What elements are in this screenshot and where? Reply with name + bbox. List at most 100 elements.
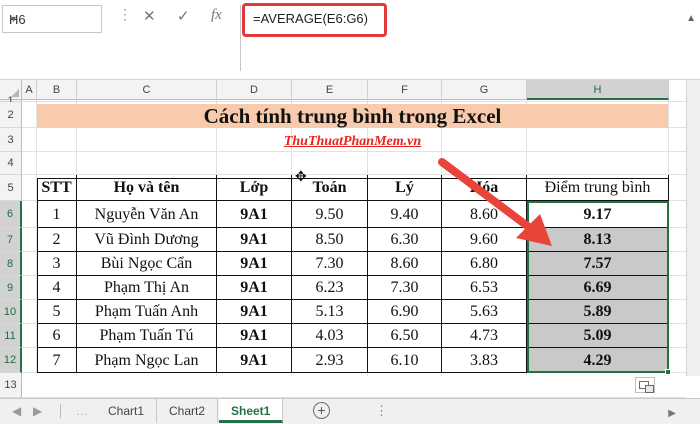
cell-average[interactable]: 8.13 xyxy=(527,228,669,252)
tab-options-icon[interactable]: ⋮ xyxy=(375,403,389,419)
cell-chemistry[interactable]: 5.63 xyxy=(442,300,527,324)
tab-scroll-right-icon[interactable]: ▶ xyxy=(33,404,42,418)
cell-physics[interactable]: 7.30 xyxy=(368,276,442,300)
cell-average[interactable]: 5.09 xyxy=(527,324,669,348)
cell-chemistry[interactable]: 6.80 xyxy=(442,252,527,276)
cell-math[interactable]: 6.23 xyxy=(292,276,368,300)
cell-chemistry[interactable]: 6.53 xyxy=(442,276,527,300)
cell-average[interactable]: 7.57 xyxy=(527,252,669,276)
cell-physics[interactable]: 9.40 xyxy=(368,201,442,228)
cell-chemistry[interactable]: 4.73 xyxy=(442,324,527,348)
cell-name[interactable]: Vũ Đình Dương xyxy=(77,228,217,252)
cell-class[interactable]: 9A1 xyxy=(217,228,292,252)
row-header-7[interactable]: 7 xyxy=(0,228,22,252)
formula-bar-grip-icon: ⋮ xyxy=(118,6,132,22)
cell-stt[interactable]: 6 xyxy=(37,324,77,348)
row-header-10[interactable]: 10 xyxy=(0,300,22,324)
cell-average[interactable]: 4.29 xyxy=(527,348,669,373)
cell-math[interactable]: 2.93 xyxy=(292,348,368,373)
row-header-12[interactable]: 12 xyxy=(0,348,22,373)
cell-class[interactable]: 9A1 xyxy=(217,252,292,276)
row-header-3[interactable]: 3 xyxy=(0,128,22,152)
column-header-h[interactable]: H xyxy=(527,80,669,100)
cell-name[interactable]: Nguyễn Văn An xyxy=(77,201,217,228)
header-cell-chemistry[interactable]: Hóa xyxy=(442,175,527,201)
cell-math[interactable]: 8.50 xyxy=(292,228,368,252)
row-header-8[interactable]: 8 xyxy=(0,252,22,276)
cell-stt[interactable]: 1 xyxy=(37,201,77,228)
cell-class[interactable]: 9A1 xyxy=(217,324,292,348)
row-header-9[interactable]: 9 xyxy=(0,276,22,300)
header-cell-stt[interactable]: STT xyxy=(37,175,77,201)
function-icon[interactable]: fx xyxy=(211,7,222,24)
cell-math[interactable]: 5.13 xyxy=(292,300,368,324)
add-sheet-icon[interactable]: + xyxy=(313,402,330,419)
name-box[interactable]: H6 ▼ xyxy=(2,5,102,33)
cell-class[interactable]: 9A1 xyxy=(217,300,292,324)
row-header-4[interactable]: 4 xyxy=(0,152,22,175)
tab-sheet1[interactable]: Sheet1 xyxy=(219,399,284,423)
cell-stt[interactable]: 2 xyxy=(37,228,77,252)
cell-chemistry[interactable]: 3.83 xyxy=(442,348,527,373)
cell-physics[interactable]: 6.10 xyxy=(368,348,442,373)
row-header-5[interactable]: 5 xyxy=(0,175,22,201)
row-header-2[interactable]: 2 xyxy=(0,102,22,128)
cell-stt[interactable]: 5 xyxy=(37,300,77,324)
cell-stt[interactable]: 4 xyxy=(37,276,77,300)
row-header-6[interactable]: 6 xyxy=(0,201,22,228)
cell-physics[interactable]: 8.60 xyxy=(368,252,442,276)
enter-icon[interactable]: ✓ xyxy=(177,7,190,25)
column-header-a[interactable]: A xyxy=(22,80,37,100)
cell-chemistry[interactable]: 9.60 xyxy=(442,228,527,252)
name-box-dropdown-icon[interactable]: ▼ xyxy=(9,14,96,24)
tab-more-left-icon[interactable]: … xyxy=(76,404,88,418)
cell-class[interactable]: 9A1 xyxy=(217,201,292,228)
tab-chart2[interactable]: Chart2 xyxy=(157,399,219,423)
column-header-f[interactable]: F xyxy=(368,80,442,100)
cell-chemistry[interactable]: 8.60 xyxy=(442,201,527,228)
column-header-g[interactable]: G xyxy=(442,80,527,100)
cell-stt[interactable]: 7 xyxy=(37,348,77,373)
sheet-tab-bar: ◀ ▶ … Chart1 Chart2 Sheet1 + ⋮ ▶ xyxy=(0,398,700,424)
column-header-c[interactable]: C xyxy=(77,80,217,100)
expand-formula-bar-icon[interactable]: ▲ xyxy=(686,13,696,24)
column-header-d[interactable]: D xyxy=(217,80,292,100)
scroll-right-icon[interactable]: ▶ xyxy=(668,408,676,419)
cell-name[interactable]: Phạm Thị An xyxy=(77,276,217,300)
cancel-icon[interactable]: ✕ xyxy=(143,7,156,25)
cell-stt[interactable]: 3 xyxy=(37,252,77,276)
cell-math[interactable]: 4.03 xyxy=(292,324,368,348)
cell-physics[interactable]: 6.90 xyxy=(368,300,442,324)
vertical-scrollbar[interactable] xyxy=(686,80,700,376)
row-header-13[interactable]: 13 xyxy=(0,373,22,398)
header-cell-average[interactable]: Điểm trung bình xyxy=(527,175,669,201)
cell-math[interactable]: 9.50 xyxy=(292,201,368,228)
column-header-e[interactable]: E xyxy=(292,80,368,100)
formula-highlight-box xyxy=(242,3,387,37)
cell-physics[interactable]: 6.50 xyxy=(368,324,442,348)
cell-average[interactable]: 5.89 xyxy=(527,300,669,324)
cell-math[interactable]: 7.30 xyxy=(292,252,368,276)
cell-class[interactable]: 9A1 xyxy=(217,276,292,300)
column-header-b[interactable]: B xyxy=(37,80,77,100)
cell-class[interactable]: 9A1 xyxy=(217,348,292,373)
cursor-cross-icon: ✥ xyxy=(295,168,307,184)
header-cell-class[interactable]: Lớp xyxy=(217,175,292,201)
cell-name[interactable]: Bùi Ngọc Cẩn xyxy=(77,252,217,276)
sheet-subtitle[interactable]: ThuThuatPhanMem.vn xyxy=(37,131,668,153)
cell-average[interactable]: 6.69 xyxy=(527,276,669,300)
cell-name[interactable]: Phạm Tuấn Tú xyxy=(77,324,217,348)
header-cell-physics[interactable]: Lý xyxy=(368,175,442,201)
sheet-title[interactable]: Cách tính trung bình trong Excel xyxy=(37,104,668,128)
row-header-11[interactable]: 11 xyxy=(0,324,22,348)
horizontal-scrollbar[interactable]: ▶ xyxy=(400,403,680,419)
cell-name[interactable]: Phạm Ngọc Lan xyxy=(77,348,217,373)
fill-handle[interactable] xyxy=(665,369,671,375)
tab-chart1[interactable]: Chart1 xyxy=(96,399,158,423)
cell-physics[interactable]: 6.30 xyxy=(368,228,442,252)
cell-average[interactable]: 9.17 xyxy=(527,201,669,228)
quick-analysis-icon[interactable] xyxy=(635,377,655,393)
cell-name[interactable]: Phạm Tuấn Anh xyxy=(77,300,217,324)
header-cell-name[interactable]: Họ và tên xyxy=(77,175,217,201)
tab-scroll-left-icon[interactable]: ◀ xyxy=(12,404,21,418)
